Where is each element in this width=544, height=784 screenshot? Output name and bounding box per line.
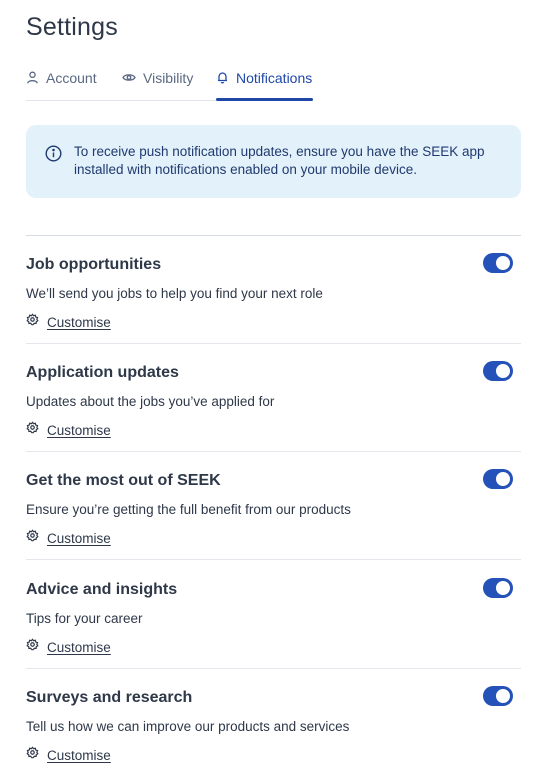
- customise-label: Customise: [47, 422, 111, 438]
- customise-label: Customise: [47, 747, 111, 763]
- toggle-knob: [494, 470, 512, 488]
- section-description: Ensure you’re getting the full benefit f…: [26, 502, 351, 517]
- section-title: Application updates: [26, 364, 179, 381]
- section-application-updates: Application updates Updates about the jo…: [26, 344, 521, 452]
- info-text: To receive push notification updates, en…: [74, 144, 485, 177]
- tab-visibility-label: Visibility: [143, 70, 194, 86]
- section-job-opportunities: Job opportunities We’ll send you jobs to…: [26, 236, 521, 344]
- section-description: Tell us how we can improve our products …: [26, 719, 350, 734]
- section-advice-and-insights: Advice and insights Tips for your career…: [26, 561, 521, 669]
- section-description: Tips for your career: [26, 611, 143, 626]
- section-title: Job opportunities: [26, 256, 162, 273]
- tab-account-label: Account: [46, 70, 97, 86]
- toggle-knob: [494, 254, 512, 272]
- info-icon: [45, 145, 62, 167]
- tab-notifications-label: Notifications: [236, 70, 313, 86]
- section-surveys-and-research: Surveys and research Tell us how we can …: [26, 669, 521, 777]
- gear-icon: [26, 421, 47, 439]
- tab-visibility[interactable]: Visibility: [122, 66, 193, 101]
- customise-link[interactable]: Customise: [26, 638, 111, 656]
- advice-and-insights-toggle[interactable]: [483, 578, 513, 598]
- get-the-most-out-of-seek-toggle[interactable]: [483, 469, 513, 489]
- person-icon: [26, 70, 46, 87]
- section-get-the-most-out-of-seek: Get the most out of SEEK Ensure you’re g…: [26, 452, 521, 560]
- gear-icon: [26, 529, 47, 547]
- toggle-knob: [494, 579, 512, 597]
- surveys-and-research-toggle[interactable]: [483, 686, 513, 706]
- customise-link[interactable]: Customise: [26, 529, 111, 547]
- bell-icon: [216, 70, 236, 87]
- customise-link[interactable]: Customise: [26, 746, 111, 764]
- section-title: Surveys and research: [26, 689, 193, 706]
- customise-link[interactable]: Customise: [26, 313, 111, 331]
- gear-icon: [26, 313, 47, 331]
- gear-icon: [26, 746, 47, 764]
- application-updates-toggle[interactable]: [483, 361, 513, 381]
- section-title: Advice and insights: [26, 581, 178, 598]
- customise-label: Customise: [47, 530, 111, 546]
- section-title: Get the most out of SEEK: [26, 472, 221, 489]
- tab-notifications[interactable]: Notifications: [216, 66, 312, 101]
- section-description: Updates about the jobs you’ve applied fo…: [26, 394, 275, 409]
- customise-label: Customise: [47, 314, 111, 330]
- job-opportunities-toggle[interactable]: [483, 253, 513, 273]
- eye-icon: [122, 70, 143, 87]
- customise-label: Customise: [47, 639, 111, 655]
- active-tab-indicator: [216, 98, 313, 101]
- push-notification-info-banner: To receive push notification updates, en…: [26, 125, 521, 198]
- section-description: We’ll send you jobs to help you find you…: [26, 286, 323, 301]
- toggle-knob: [494, 362, 512, 380]
- tab-account[interactable]: Account: [26, 66, 97, 101]
- gear-icon: [26, 638, 47, 656]
- toggle-knob: [494, 687, 512, 705]
- customise-link[interactable]: Customise: [26, 421, 111, 439]
- page-title: Settings: [26, 13, 118, 41]
- settings-tabs: Account Visibility Notifications: [26, 66, 313, 101]
